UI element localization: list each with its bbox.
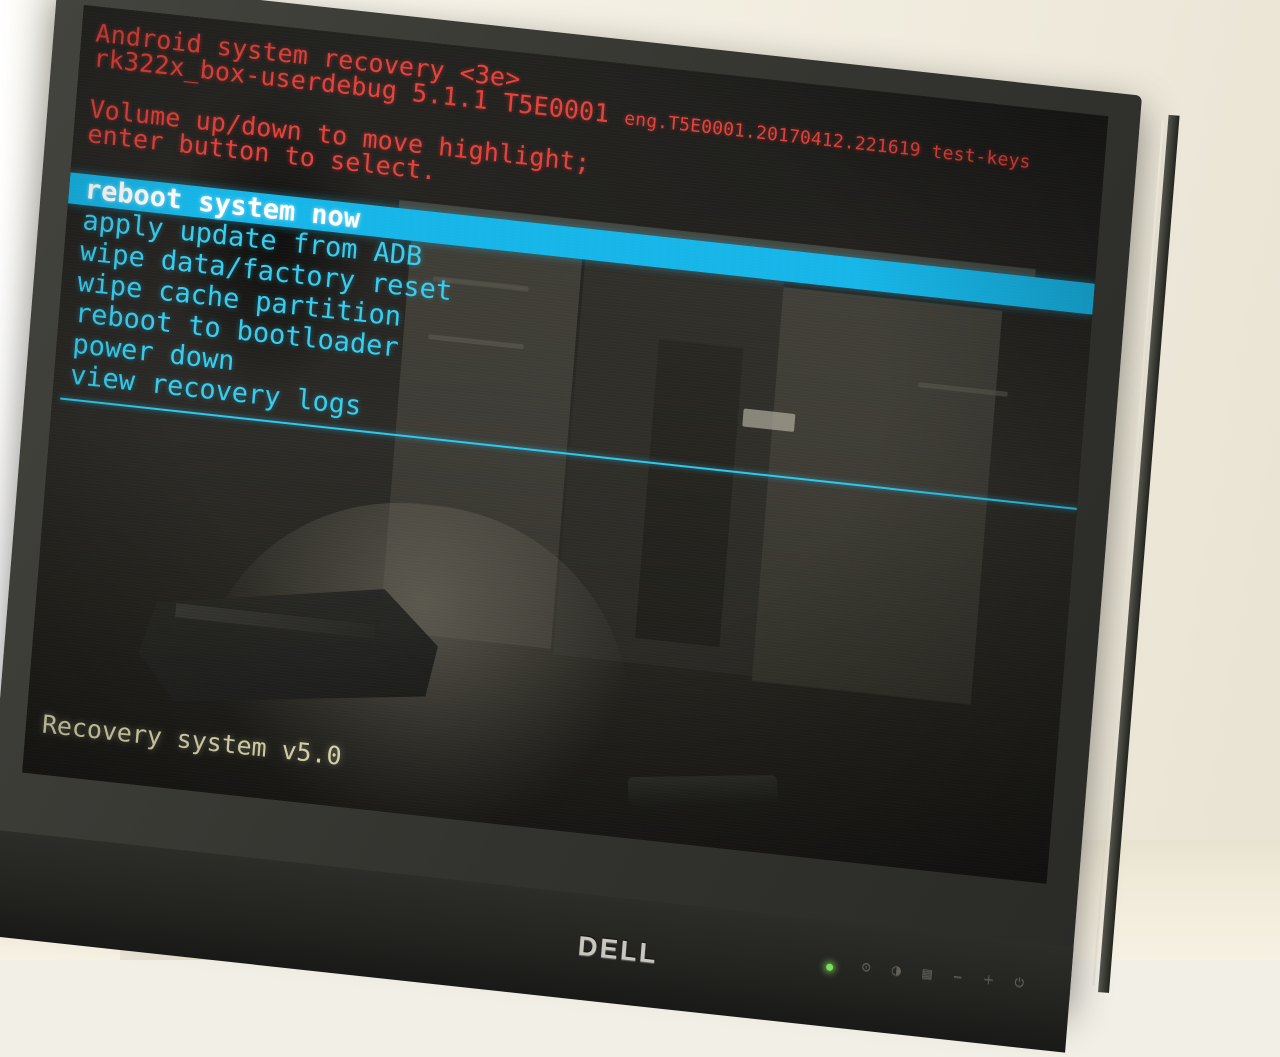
osd-button-row: ⊙ ◑ ▤ − ＋ ⏻ <box>861 957 1025 992</box>
brightness-icon[interactable]: ◑ <box>891 962 903 977</box>
dell-logo: DELL <box>577 931 660 971</box>
recovery-ui: Android system recovery <3e> rk322x_box-… <box>22 5 1108 884</box>
plus-icon[interactable]: ＋ <box>982 970 995 988</box>
menu-icon[interactable]: ▤ <box>921 965 933 980</box>
power-icon[interactable]: ⏻ <box>1014 975 1025 991</box>
minus-icon[interactable]: − <box>952 969 963 984</box>
monitor-screen: Android system recovery <3e> rk322x_box-… <box>22 5 1108 884</box>
input-source-icon[interactable]: ⊙ <box>861 959 872 974</box>
dell-monitor: Android system recovery <3e> rk322x_box-… <box>0 0 1172 1056</box>
power-led <box>826 963 834 971</box>
recovery-version-label: Recovery system v5.0 <box>41 709 343 770</box>
